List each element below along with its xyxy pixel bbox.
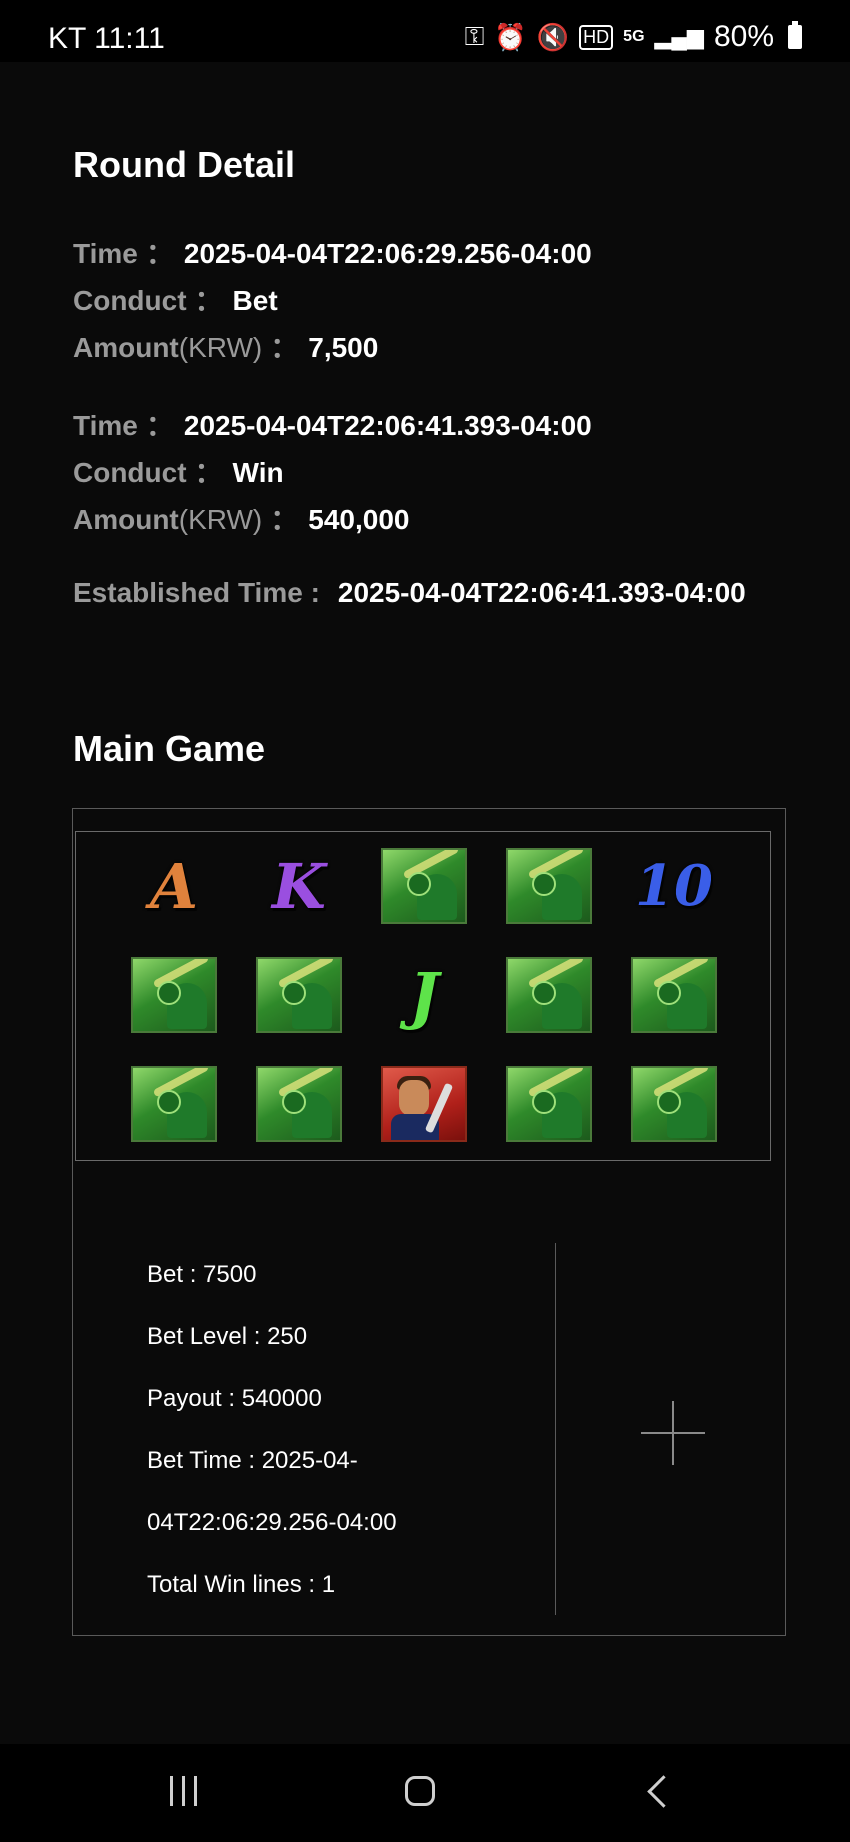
entry-2-time-row: Time： 2025-04-04T22:06:41.393-04:00 [73,404,592,444]
batsman-symbol [506,1066,592,1142]
batsman-symbol [131,1066,217,1142]
bet-time-info-line1: Bet Time : 2025-04- [147,1447,358,1474]
time-value: 2025-04-04T22:06:29.256-04:00 [183,238,592,269]
battery-icon [788,21,802,49]
signal-icon: ▂▄▆ [654,24,704,49]
batsman-symbol [131,957,217,1033]
recents-button[interactable] [152,1772,212,1816]
mute-icon: 🔇 [536,21,570,52]
5g-icon: 5G [623,28,645,45]
back-chevron-icon [647,1775,680,1808]
amount-label: Amount(KRW) [73,504,262,535]
batsman-symbol [631,957,717,1033]
entry-2-amount-row: Amount(KRW)： 540,000 [73,498,409,538]
batsman-symbol [506,957,592,1033]
entry-2-conduct-row: Conduct： Win [73,451,284,491]
colon: ： [145,238,174,269]
time-label: Time [73,238,138,269]
amount-value: 7,500 [308,332,379,363]
main-game-title: Main Game [73,728,266,769]
colon: ： [194,285,223,316]
hd-icon: HD [579,24,614,50]
batsman-symbol [256,1066,342,1142]
status-icons: ⚿ ⏰ 🔇 HD 5G ▂▄▆ 80% [465,20,802,54]
symbol-label: 10 [635,853,713,919]
batsman-symbol [631,1066,717,1142]
battery-percent: 80% [713,20,774,53]
captain-symbol [381,1066,467,1142]
status-bar: KT 11:11 ⚿ ⏰ 🔇 HD 5G ▂▄▆ 80% [0,0,850,62]
symbol-label: J [409,958,439,1032]
letter-symbol-k: K [256,848,342,924]
colon: ： [270,332,299,363]
expand-plus-icon[interactable] [641,1401,705,1465]
batsman-symbol [256,957,342,1033]
bet-info: Bet : 7500 [147,1261,257,1288]
time-label: Time [73,410,138,441]
letter-symbol-j: J [381,957,467,1033]
batsman-symbol [381,848,467,924]
carrier-time: KT 11:11 [48,22,165,55]
round-detail-title: Round Detail [73,144,295,185]
letter-symbol-a: A [131,848,217,924]
key-icon: ⚿ [464,21,485,51]
payout-info: Payout : 540000 [147,1385,322,1412]
back-button[interactable] [630,1772,690,1816]
total-win-lines-info: Total Win lines : 1 [147,1571,336,1598]
conduct-value: Bet [232,285,278,316]
symbol-label: K [272,849,326,923]
amount-label-text: Amount [73,332,179,363]
conduct-label: Conduct [73,285,187,316]
batsman-symbol [506,848,592,924]
amount-label-text: Amount [73,504,179,535]
conduct-value: Win [232,457,284,488]
alarm-icon: ⏰ [494,21,527,52]
bet-level-info: Bet Level : 250 [147,1323,308,1350]
amount-value: 540,000 [308,504,410,535]
vertical-divider [555,1243,556,1615]
colon: ： [270,504,299,535]
established-time-label: Established Time : [73,577,320,608]
entry-1-time-row: Time： 2025-04-04T22:06:29.256-04:00 [73,232,592,272]
established-time-value: 2025-04-04T22:06:41.393-04:00 [337,577,746,608]
entry-1-conduct-row: Conduct： Bet [73,279,278,319]
colon: ： [145,410,174,441]
home-button[interactable] [392,1772,452,1816]
amount-unit: (KRW) [178,332,263,363]
amount-label: Amount(KRW) [73,332,262,363]
main-game-panel: A K 10 J Bet : 7500 Bet Level : 250 Payout … [72,808,786,1636]
amount-unit: (KRW) [178,504,263,535]
bet-time-info-line2: 04T22:06:29.256-04:00 [147,1509,397,1536]
system-nav-bar [0,1744,850,1842]
entry-1-amount-row: Amount(KRW)： 7,500 [73,326,378,366]
symbol-label: A [149,849,199,923]
reel-grid: A K 10 J [75,831,771,1161]
established-time-row: Established Time : 2025-04-04T22:06:41.39… [73,577,746,609]
letter-symbol-10: 10 [631,848,717,924]
conduct-label: Conduct [73,457,187,488]
time-value: 2025-04-04T22:06:41.393-04:00 [183,410,592,441]
home-icon [405,1776,435,1806]
colon: ： [194,457,223,488]
